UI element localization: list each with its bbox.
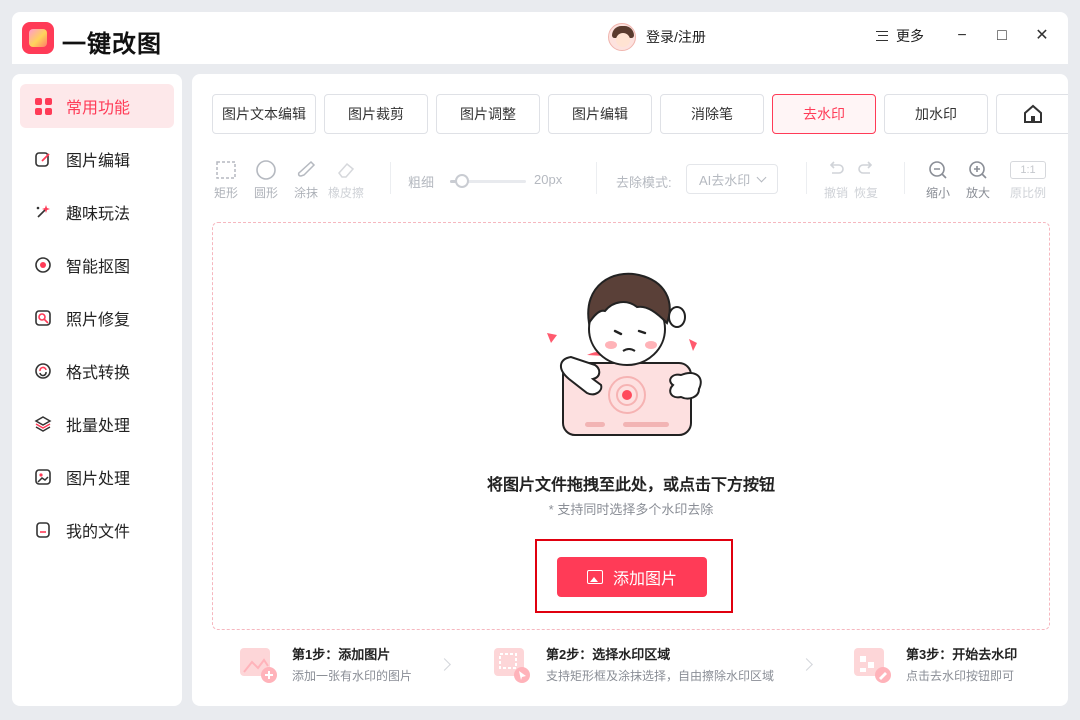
chevron-down-icon [756, 172, 767, 183]
more-label: 更多 [896, 28, 924, 44]
image-icon [586, 570, 603, 584]
sidebar-item-convert[interactable]: 格式转换 [20, 349, 174, 393]
tab-eraser-pen[interactable]: 消除笔 [660, 94, 764, 134]
eraser-tool[interactable]: 橡皮擦 [326, 158, 366, 201]
menu-icon [876, 31, 888, 41]
app-logo-icon [22, 22, 54, 54]
sidebar-item-label: 批量处理 [66, 418, 131, 435]
rect-select-icon [206, 158, 246, 182]
tab-remove-watermark[interactable]: 去水印 [772, 94, 876, 134]
add-image-step-icon [240, 648, 277, 683]
repair-icon [34, 309, 52, 327]
divider [390, 162, 391, 194]
step-desc: 点击去水印按钮即可 [906, 669, 1015, 683]
divider [806, 162, 807, 194]
thickness-value: 20px [534, 172, 563, 187]
title-bar: 一键改图 登录/注册 更多 − □ ✕ [12, 12, 1068, 64]
mode-label: 去除模式: [616, 175, 672, 190]
app-title: 一键改图 [62, 31, 162, 58]
sparkle-icon [34, 203, 52, 221]
step-title: 第3步：开始去水印 [906, 647, 1018, 662]
illustration-boy-icon [547, 272, 702, 436]
brush-tool[interactable]: 涂抹 [286, 158, 326, 201]
tab-adjust[interactable]: 图片调整 [436, 94, 540, 134]
select-area-step-icon [494, 648, 530, 683]
main-panel: 图片文本编辑 图片裁剪 图片调整 图片编辑 消除笔 去水印 加水印 矩形 圆形 … [192, 74, 1068, 706]
step-title: 第1步：添加图片 [292, 647, 391, 662]
layers-icon [34, 415, 52, 433]
more-menu-button[interactable]: 更多 [876, 26, 924, 46]
original-ratio-button[interactable]: 1:1 原比例 [1008, 158, 1048, 201]
sidebar-item-label: 我的文件 [66, 524, 131, 541]
login-label: 登录/注册 [646, 29, 706, 45]
close-button[interactable]: ✕ [1032, 26, 1052, 46]
brush-icon [286, 158, 326, 182]
login-button[interactable]: 登录/注册 [608, 22, 706, 52]
sidebar-item-label: 格式转换 [66, 365, 131, 382]
sidebar-item-label: 图片编辑 [66, 153, 131, 170]
step-3: 第3步：开始去水印 点击去水印按钮即可 [852, 640, 1052, 688]
grid-icon [34, 97, 52, 115]
sidebar-item-image-process[interactable]: 图片处理 [20, 455, 174, 499]
tab-crop[interactable]: 图片裁剪 [324, 94, 428, 134]
step-title: 第2步：选择水印区域 [546, 647, 671, 662]
sidebar-item-image-edit[interactable]: 图片编辑 [20, 137, 174, 181]
step-desc: 支持矩形框及涂抹选择，自由擦除水印区域 [546, 669, 775, 683]
drop-title: 将图片文件拖拽至此处，或点击下方按钮 [486, 477, 775, 494]
sidebar-item-label: 趣味玩法 [66, 206, 131, 223]
home-icon [1023, 104, 1042, 123]
mode-select[interactable]: AI去水印 [686, 164, 778, 194]
redo-button[interactable]: 恢复 [846, 158, 886, 201]
sidebar-item-label: 常用功能 [66, 100, 131, 117]
sidebar-item-label: 照片修复 [66, 312, 131, 329]
sidebar-item-fun[interactable]: 趣味玩法 [20, 190, 174, 234]
sidebar: 常用功能 图片编辑 趣味玩法 智能抠图 照片修复 格式转换 批量处理 图片处理 … [12, 74, 182, 706]
circle-tool[interactable]: 圆形 [246, 158, 286, 201]
step-2: 第2步：选择水印区域 支持矩形框及涂抹选择，自由擦除水印区域 [492, 640, 792, 688]
ratio-badge: 1:1 [1010, 161, 1046, 179]
rect-tool[interactable]: 矩形 [206, 158, 246, 201]
add-image-label: 添加图片 [612, 571, 677, 588]
zoom-in-icon [958, 158, 998, 182]
sidebar-item-batch[interactable]: 批量处理 [20, 402, 174, 446]
avatar [608, 23, 636, 51]
image-icon [34, 468, 52, 486]
divider [904, 162, 905, 194]
maximize-button[interactable]: □ [992, 26, 1012, 46]
sidebar-item-label: 智能抠图 [66, 259, 131, 276]
chevron-right-icon [800, 658, 813, 671]
edit-icon [34, 150, 52, 168]
redo-icon [846, 158, 886, 182]
divider [596, 162, 597, 194]
zoom-in-button[interactable]: 放大 [958, 158, 998, 201]
home-button[interactable] [996, 94, 1068, 134]
tab-image-text-edit[interactable]: 图片文本编辑 [212, 94, 316, 134]
sidebar-item-common[interactable]: 常用功能 [20, 84, 174, 128]
eraser-icon [326, 158, 366, 182]
remove-watermark-step-icon [854, 648, 891, 683]
zoom-out-icon [918, 158, 958, 182]
tab-image-edit[interactable]: 图片编辑 [548, 94, 652, 134]
convert-icon [34, 362, 52, 380]
tab-add-watermark[interactable]: 加水印 [884, 94, 988, 134]
thickness-label: 粗细 [408, 175, 435, 190]
sidebar-item-repair[interactable]: 照片修复 [20, 296, 174, 340]
sidebar-item-cutout[interactable]: 智能抠图 [20, 243, 174, 287]
zoom-out-button[interactable]: 缩小 [918, 158, 958, 201]
sidebar-item-label: 图片处理 [66, 471, 131, 488]
cutout-icon [34, 256, 52, 274]
minimize-button[interactable]: − [952, 26, 972, 46]
file-icon [34, 521, 52, 539]
step-desc: 添加一张有水印的图片 [292, 669, 413, 683]
drop-zone[interactable]: 将图片文件拖拽至此处，或点击下方按钮 * 支持同时选择多个水印去除 添加图片 [212, 222, 1050, 630]
circle-icon [246, 158, 286, 182]
drop-subtitle: * 支持同时选择多个水印去除 [548, 502, 714, 517]
thickness-slider-handle[interactable] [455, 174, 469, 188]
sidebar-item-my-files[interactable]: 我的文件 [20, 508, 174, 552]
add-image-button[interactable]: 添加图片 [557, 557, 707, 597]
